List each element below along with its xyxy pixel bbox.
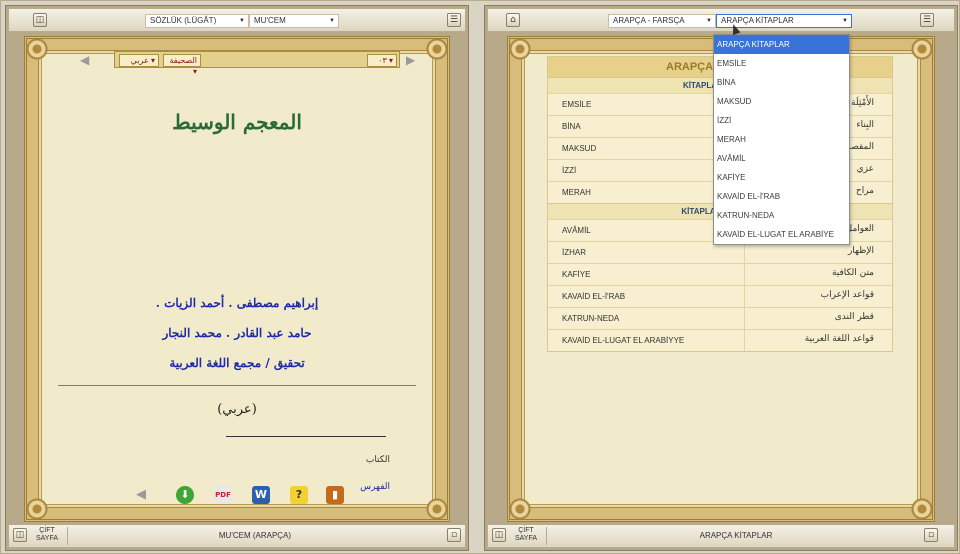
right-bottom-title: ARAPÇA KİTAPLAR (699, 531, 773, 540)
word-icon[interactable]: W (252, 486, 270, 504)
menu-icon[interactable]: ☰ (447, 13, 461, 27)
dropdown-option[interactable]: AVÂMİL (714, 149, 849, 168)
page-number-dropdown[interactable]: ۰۳ ▾ (367, 54, 397, 67)
book-select[interactable]: MU'CEM ▼ (249, 14, 339, 28)
book-name-arabic[interactable]: الأَمْثِلَة (851, 98, 874, 108)
book-name-arabic[interactable]: قواعد اللغة العربية (805, 334, 874, 344)
editor-line: تحقيق / مجمع اللغة العربية (169, 356, 305, 370)
divider (58, 385, 416, 386)
left-bottom-bar: ◫ ÇİFT SAYFA MU'CEM (ARAPÇA) ▫ (8, 524, 466, 548)
book-name-arabic[interactable]: الإظهار (848, 246, 874, 256)
square-icon[interactable]: ▫ (924, 528, 938, 542)
left-book-page: ◀ عربي ▾ الصحيفة ▾ ۰۳ ▾ ▶ المعجم الوسيط … (24, 36, 450, 522)
page-toolbar: ◀ ⬇ PDF W ? ▮ (38, 484, 436, 506)
dropdown-option[interactable]: KAVAİD EL-İ'RAB (714, 187, 849, 206)
app-window: ◫ SÖZLÜK (LÜGÂT) ▼ MU'CEM ▼ ☰ ◀ عربي ▾ الص… (0, 0, 960, 554)
dropdown-option[interactable]: KAVAİD EL-LUGAT EL ARABİYE (714, 225, 849, 244)
table-row[interactable]: KAFİYE متن الكافية (548, 263, 892, 285)
divider (546, 527, 547, 545)
dropdown-option[interactable]: KAFİYE (714, 168, 849, 187)
divider (67, 527, 68, 545)
book-name[interactable]: MERAH (562, 188, 591, 197)
dropdown-option[interactable]: EMSİLE (714, 54, 849, 73)
next-page-arrow-icon[interactable]: ▶ (406, 53, 415, 67)
chevron-down-icon: ▼ (329, 18, 335, 24)
dropdown-option[interactable]: MERAH (714, 130, 849, 149)
author-line: إبراهيم مصطفى . أحمد الزيات . (155, 296, 319, 310)
corner-ornament (507, 36, 533, 62)
book-icon[interactable]: ▮ (326, 486, 344, 504)
page-number-value: ۰۳ (378, 56, 387, 65)
divider (226, 436, 386, 437)
dictionary-select-value: SÖZLÜK (LÜGÂT) (150, 16, 217, 25)
book-name-arabic[interactable]: قطر الندى (835, 312, 874, 322)
dropdown-option[interactable]: İZZİ (714, 111, 849, 130)
chevron-down-icon: ▼ (706, 18, 712, 24)
pdf-icon[interactable]: PDF (214, 486, 232, 504)
book-name[interactable]: EMSİLE (562, 100, 591, 109)
download-icon[interactable]: ⬇ (176, 486, 194, 504)
book-name-arabic[interactable]: مراح (856, 186, 874, 196)
chevron-down-icon: ▼ (239, 18, 245, 24)
corner-ornament (24, 36, 50, 62)
book-name[interactable]: BİNA (562, 122, 581, 131)
language-pair-value: ARAPÇA - FARSÇA (613, 16, 685, 25)
right-panel: ⌂ ARAPÇA - FARSÇA ▼ ARAPÇA KİTAPLAR ▼ ☰ AR… (484, 5, 958, 551)
right-top-toolbar: ⌂ ARAPÇA - FARSÇA ▼ ARAPÇA KİTAPLAR ▼ ☰ (487, 8, 955, 32)
left-panel: ◫ SÖZLÜK (LÜGÂT) ▼ MU'CEM ▼ ☰ ◀ عربي ▾ الص… (5, 5, 469, 551)
menu-icon[interactable]: ☰ (920, 13, 934, 27)
left-top-toolbar: ◫ SÖZLÜK (LÜGÂT) ▼ MU'CEM ▼ ☰ (8, 8, 466, 32)
corner-ornament (507, 496, 533, 522)
link-book[interactable]: الكتاب (366, 455, 390, 465)
book-name[interactable]: İZHAR (562, 248, 586, 257)
book-name[interactable]: İZZİ (562, 166, 576, 175)
book-name[interactable]: AVÂMİL (562, 226, 591, 235)
corner-ornament (909, 36, 935, 62)
language-dropdown[interactable]: عربي ▾ (119, 54, 159, 67)
split-view-icon[interactable]: ◫ (33, 13, 47, 27)
home-icon[interactable]: ⌂ (506, 13, 520, 27)
book-name-arabic[interactable]: البِناء (856, 120, 874, 130)
book-name[interactable]: KAVAİD EL-İ'RAB (562, 292, 625, 301)
language-dropdown-value: عربي (130, 56, 149, 65)
book-name-arabic[interactable]: عزي (857, 164, 874, 174)
dropdown-option[interactable]: KATRUN-NEDA (714, 206, 849, 225)
book-name[interactable]: KAVAİD EL-LUGAT EL ARABİYYE (562, 336, 684, 345)
dropdown-option[interactable]: MAKSUD (714, 92, 849, 111)
book-name-arabic[interactable]: متن الكافية (832, 268, 874, 278)
book-title: المعجم الوسيط (172, 110, 302, 134)
table-row[interactable]: KAVAİD EL-LUGAT EL ARABİYYE قواعد اللغة ا… (548, 329, 892, 351)
dropdown-option[interactable]: BİNA (714, 73, 849, 92)
book-name-arabic[interactable]: قواعد الإعراب (821, 290, 874, 300)
back-arrow-icon[interactable]: ◀ (132, 486, 150, 504)
double-page-toggle[interactable]: ÇİFT SAYFA (510, 527, 542, 543)
book-name[interactable]: KAFİYE (562, 270, 590, 279)
book-name[interactable]: MAKSUD (562, 144, 596, 153)
corner-ornament (424, 36, 450, 62)
prev-page-arrow-icon[interactable]: ◀ (80, 53, 89, 67)
dropdown-option[interactable]: ARAPÇA KİTAPLAR (714, 35, 849, 54)
book-select-value: MU'CEM (254, 16, 286, 25)
corner-ornament (909, 496, 935, 522)
chevron-down-icon: ▼ (842, 18, 848, 24)
left-bottom-title: MU'CEM (ARAPÇA) (218, 531, 292, 540)
books-dropdown-list[interactable]: ARAPÇA KİTAPLAR EMSİLE BİNA MAKSUD İZZİ … (713, 34, 850, 245)
right-bottom-bar: ◫ ÇİFT SAYFA ARAPÇA KİTAPLAR ▫ (487, 524, 955, 548)
table-row[interactable]: KAVAİD EL-İ'RAB قواعد الإعراب (548, 285, 892, 307)
double-page-icon[interactable]: ◫ (13, 528, 27, 542)
language-label: (عربي) (217, 402, 257, 417)
dictionary-select[interactable]: SÖZLÜK (LÜGÂT) ▼ (145, 14, 249, 28)
section-dropdown[interactable]: الصحيفة ▾ (163, 54, 201, 76)
section-dropdown-value: الصحيفة (169, 56, 197, 65)
double-page-toggle[interactable]: ÇİFT SAYFA (31, 527, 63, 543)
help-icon[interactable]: ? (290, 486, 308, 504)
double-page-icon[interactable]: ◫ (492, 528, 506, 542)
language-pair-select[interactable]: ARAPÇA - FARSÇA ▼ (608, 14, 716, 28)
author-line: حامد عبد القادر . محمد النجار (162, 326, 312, 340)
book-name[interactable]: KATRUN-NEDA (562, 314, 619, 323)
table-row[interactable]: KATRUN-NEDA قطر الندى (548, 307, 892, 329)
page-navigation-bar: عربي ▾ الصحيفة ▾ ۰۳ ▾ (114, 51, 400, 76)
square-icon[interactable]: ▫ (447, 528, 461, 542)
